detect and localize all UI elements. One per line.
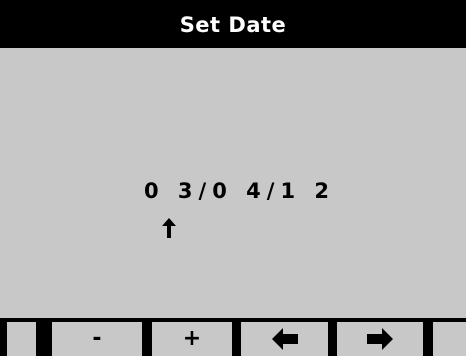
arrow-left-icon (271, 328, 298, 350)
arrow-right-icon (367, 328, 393, 350)
date-day[interactable]: 0 4 (212, 179, 267, 203)
softkey-left-button[interactable] (241, 322, 328, 356)
softkey-minus-button[interactable]: - (52, 322, 142, 356)
softkey-6[interactable] (433, 322, 466, 356)
arrow-up-icon (162, 218, 176, 238)
softkey-1[interactable] (7, 322, 36, 356)
title-bar: Set Date (0, 0, 466, 48)
date-year[interactable]: 1 2 (280, 179, 335, 203)
date-month[interactable]: 0 3 (144, 179, 199, 203)
device-screen: Set Date 0 3 / 0 4 / 1 2 - + (0, 0, 466, 356)
minus-label: - (92, 326, 102, 351)
date-separator-1: / (198, 179, 213, 203)
date-separator-2: / (266, 179, 281, 203)
softkey-right-button[interactable] (337, 322, 423, 356)
date-display: 0 3 / 0 4 / 1 2 (144, 179, 335, 213)
softkey-plus-button[interactable]: + (152, 322, 232, 356)
plus-label: + (182, 326, 202, 351)
screen-title: Set Date (179, 13, 287, 37)
